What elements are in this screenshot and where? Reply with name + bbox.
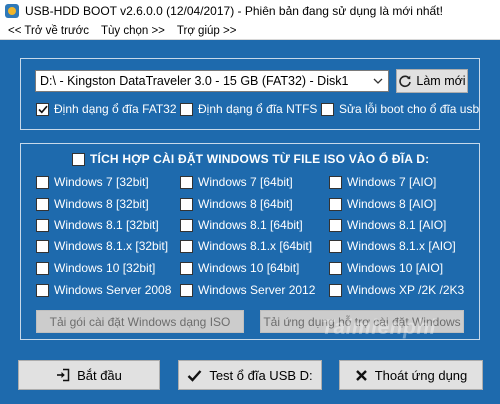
win7-64-label: Windows 7 [64bit]: [198, 175, 293, 189]
menu-back[interactable]: << Trở về trước: [0, 25, 95, 37]
fix-boot-label: Sửa lỗi boot cho ổ đĩa usb: [339, 102, 480, 116]
check-icon: [187, 369, 202, 382]
winserver2012-label: Windows Server 2012: [198, 283, 316, 297]
win7-32-label: Windows 7 [32bit]: [54, 175, 149, 189]
win7-aio-label: Windows 7 [AIO]: [347, 175, 437, 189]
test-usb-label: Test ổ đĩa USB D:: [209, 367, 313, 383]
win81-64-label: Windows 8.1 [64bit]: [198, 218, 303, 232]
win81x-64-label: Windows 8.1.x [64bit]: [198, 239, 313, 253]
win8-32-label: Windows 8 [32bit]: [54, 197, 149, 211]
refresh-icon: [398, 74, 412, 88]
win8-32-checkbox[interactable]: [36, 197, 49, 211]
exit-label: Thoát ứng dụng: [374, 367, 468, 383]
win8-aio-label: Windows 8 [AIO]: [347, 197, 437, 211]
fix-boot-checkbox[interactable]: [321, 102, 334, 116]
win81x-aio-option[interactable]: Windows 8.1.x [AIO]: [329, 239, 456, 253]
test-usb-button[interactable]: Test ổ đĩa USB D:: [178, 360, 322, 390]
menu-bar: << Trở về trước Tùy chọn >> Trợ giúp >>: [0, 22, 500, 40]
win10-aio-option[interactable]: Windows 10 [AIO]: [329, 261, 443, 275]
win10-64-label: Windows 10 [64bit]: [198, 261, 300, 275]
win81x-32-checkbox[interactable]: [36, 239, 49, 253]
win81x-32-label: Windows 8.1.x [32bit]: [54, 239, 169, 253]
win8-aio-checkbox[interactable]: [329, 197, 342, 211]
close-icon: [355, 369, 368, 382]
format-fat32-option[interactable]: Định dạng ổ đĩa FAT32: [36, 102, 177, 116]
win81x-64-checkbox[interactable]: [180, 239, 193, 253]
win81-32-label: Windows 8.1 [32bit]: [54, 218, 159, 232]
app-icon: [5, 4, 19, 18]
drive-select-value: D:\ - Kingston DataTraveler 3.0 - 15 GB …: [40, 74, 349, 88]
title-bar: USB-HDD BOOT v2.6.0.0 (12/04/2017) - Phi…: [0, 0, 500, 22]
win81x-aio-label: Windows 8.1.x [AIO]: [347, 239, 456, 253]
winserver2008-option[interactable]: Windows Server 2008: [36, 283, 171, 297]
win10-32-option[interactable]: Windows 10 [32bit]: [36, 261, 155, 275]
winserver2012-option[interactable]: Windows Server 2012: [180, 283, 315, 297]
format-fat32-checkbox[interactable]: [36, 102, 49, 116]
win81-aio-option[interactable]: Windows 8.1 [AIO]: [329, 218, 446, 232]
win7-aio-checkbox[interactable]: [329, 175, 342, 189]
win81-64-checkbox[interactable]: [180, 218, 193, 232]
win10-32-checkbox[interactable]: [36, 261, 49, 275]
refresh-label: Làm mới: [416, 74, 466, 88]
win81x-32-option[interactable]: Windows 8.1.x [32bit]: [36, 239, 168, 253]
win7-64-option[interactable]: Windows 7 [64bit]: [180, 175, 293, 189]
winxp-checkbox[interactable]: [329, 283, 342, 297]
win81x-64-option[interactable]: Windows 8.1.x [64bit]: [180, 239, 312, 253]
refresh-button[interactable]: Làm mới: [396, 69, 468, 93]
win10-64-checkbox[interactable]: [180, 261, 193, 275]
chevron-down-icon[interactable]: [371, 74, 385, 88]
fix-boot-option[interactable]: Sửa lỗi boot cho ổ đĩa usb: [321, 102, 479, 116]
win8-64-checkbox[interactable]: [180, 197, 193, 211]
win7-64-checkbox[interactable]: [180, 175, 193, 189]
start-label: Bắt đầu: [77, 367, 122, 383]
win7-aio-option[interactable]: Windows 7 [AIO]: [329, 175, 436, 189]
exit-button[interactable]: Thoát ứng dụng: [339, 360, 483, 390]
window-title: USB-HDD BOOT v2.6.0.0 (12/04/2017) - Phi…: [25, 4, 443, 18]
win81-32-option[interactable]: Windows 8.1 [32bit]: [36, 218, 159, 232]
format-ntfs-label: Định dạng ổ đĩa NTFS: [198, 102, 318, 116]
win81-64-option[interactable]: Windows 8.1 [64bit]: [180, 218, 303, 232]
format-ntfs-option[interactable]: Định dạng ổ đĩa NTFS: [180, 102, 317, 116]
download-iso-button[interactable]: Tải gói cài đặt Windows dạng ISO: [36, 310, 244, 333]
winserver2012-checkbox[interactable]: [180, 283, 193, 297]
win7-32-option[interactable]: Windows 7 [32bit]: [36, 175, 149, 189]
integrate-iso-option[interactable]: TÍCH HỢP CÀI ĐẶT WINDOWS TỪ FILE ISO VÀO…: [72, 152, 429, 166]
win81x-aio-checkbox[interactable]: [329, 239, 342, 253]
winserver2008-label: Windows Server 2008: [54, 283, 172, 297]
win81-aio-checkbox[interactable]: [329, 218, 342, 232]
sign-in-icon: [56, 368, 70, 382]
win8-64-label: Windows 8 [64bit]: [198, 197, 293, 211]
win7-32-checkbox[interactable]: [36, 175, 49, 189]
win8-32-option[interactable]: Windows 8 [32bit]: [36, 197, 149, 211]
download-support-tool-button[interactable]: Tải ứng dụng hỗ trợ cài đặt Windows: [260, 310, 464, 333]
integrate-iso-label: TÍCH HỢP CÀI ĐẶT WINDOWS TỪ FILE ISO VÀO…: [90, 152, 430, 166]
win10-aio-checkbox[interactable]: [329, 261, 342, 275]
menu-help[interactable]: Trợ giúp >>: [171, 25, 243, 37]
format-ntfs-checkbox[interactable]: [180, 102, 193, 116]
winxp-option[interactable]: Windows XP /2K /2K3: [329, 283, 464, 297]
win10-32-label: Windows 10 [32bit]: [54, 261, 156, 275]
format-fat32-label: Định dạng ổ đĩa FAT32: [54, 102, 177, 116]
winserver2008-checkbox[interactable]: [36, 283, 49, 297]
win8-64-option[interactable]: Windows 8 [64bit]: [180, 197, 293, 211]
drive-select[interactable]: D:\ - Kingston DataTraveler 3.0 - 15 GB …: [35, 70, 389, 92]
win10-aio-label: Windows 10 [AIO]: [347, 261, 444, 275]
integrate-iso-checkbox[interactable]: [72, 152, 85, 166]
win10-64-option[interactable]: Windows 10 [64bit]: [180, 261, 299, 275]
win81-32-checkbox[interactable]: [36, 218, 49, 232]
win81-aio-label: Windows 8.1 [AIO]: [347, 218, 447, 232]
start-button[interactable]: Bắt đầu: [18, 360, 160, 390]
menu-options[interactable]: Tùy chọn >>: [95, 25, 171, 37]
win8-aio-option[interactable]: Windows 8 [AIO]: [329, 197, 436, 211]
winxp-label: Windows XP /2K /2K3: [347, 283, 465, 297]
